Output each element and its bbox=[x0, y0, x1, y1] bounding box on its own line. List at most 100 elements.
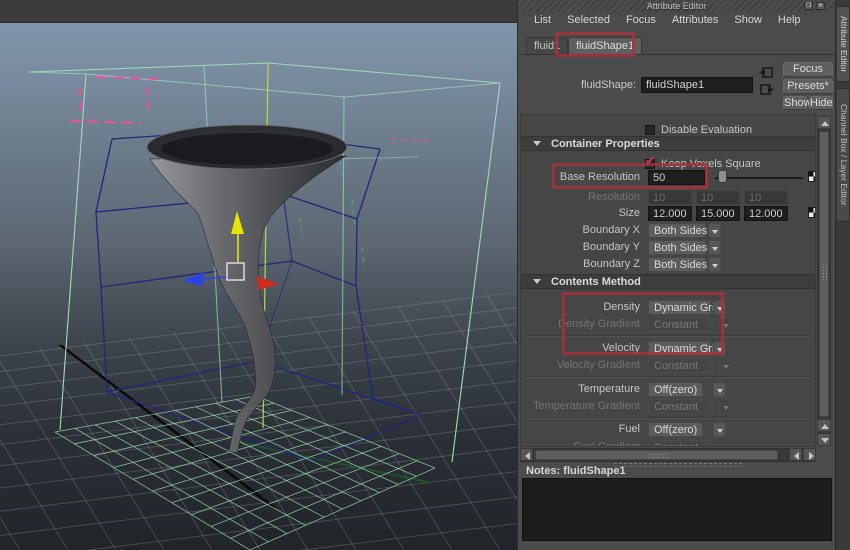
boundary-z-dropdown[interactable]: Both Sides bbox=[648, 257, 707, 272]
texture-map-icon[interactable] bbox=[808, 171, 815, 182]
dropdown-arrow-icon[interactable] bbox=[708, 257, 721, 272]
attribute-editor-titlebar[interactable]: Attribute Editor bbox=[518, 0, 835, 12]
texture-map-icon[interactable] bbox=[808, 207, 815, 218]
temperature-gradient-row: Temperature Gradient Constant bbox=[521, 398, 815, 415]
temperature-label: Temperature bbox=[578, 383, 640, 395]
disable-evaluation-checkbox[interactable] bbox=[645, 125, 655, 135]
tab-channel-box-layer-editor[interactable]: Channel Box / Layer Editor bbox=[837, 88, 850, 222]
menu-help[interactable]: Help bbox=[770, 14, 809, 26]
notes-textarea[interactable] bbox=[522, 478, 832, 541]
fluidshape-name-field[interactable]: fluidShape1 bbox=[641, 77, 753, 93]
separator bbox=[525, 417, 811, 419]
resolution-y-field: 10 bbox=[696, 190, 740, 205]
velocity-gradient-row: Velocity Gradient Constant bbox=[521, 357, 815, 374]
temperature-row: Temperature Off(zero) bbox=[521, 381, 815, 398]
scroll-up-icon[interactable] bbox=[817, 116, 831, 129]
scroll-left-icon[interactable] bbox=[520, 448, 533, 461]
temperature-dropdown[interactable]: Off(zero) bbox=[648, 382, 703, 397]
menu-selected[interactable]: Selected bbox=[559, 14, 618, 26]
slider-thumb[interactable] bbox=[718, 170, 727, 183]
boundary-x-dropdown[interactable]: Both Sides bbox=[648, 223, 707, 238]
focus-button[interactable]: Focus bbox=[783, 62, 833, 77]
boundary-y-dropdown[interactable]: Both Sides bbox=[648, 240, 707, 255]
velocity-gradient-dropdown: Constant bbox=[648, 358, 711, 373]
base-resolution-label: Base Resolution bbox=[559, 171, 640, 183]
hide-button[interactable]: Hide bbox=[809, 96, 833, 110]
viewport-panel[interactable] bbox=[0, 0, 517, 550]
base-resolution-row: Base Resolution 50 bbox=[521, 169, 815, 186]
close-window-icon[interactable]: ✕ bbox=[816, 2, 825, 10]
velocity-row: Velocity Dynamic Grid bbox=[521, 340, 815, 357]
menu-attributes[interactable]: Attributes bbox=[664, 14, 726, 26]
fuel-label: Fuel bbox=[618, 423, 640, 435]
section-contents-method[interactable]: Contents Method bbox=[521, 274, 815, 289]
dropdown-arrow-icon[interactable] bbox=[713, 300, 726, 315]
disable-evaluation-label: Disable Evaluation bbox=[661, 124, 753, 136]
dropdown-arrow-icon bbox=[719, 358, 732, 373]
size-x-field[interactable]: 12.000 bbox=[648, 206, 692, 221]
attribute-editor-menubar: List Selected Focus Attributes Show Help bbox=[518, 12, 835, 28]
collapse-arrow-icon bbox=[533, 279, 541, 284]
panel-title: Attribute Editor bbox=[646, 1, 707, 11]
resolution-row: Resolution 10 10 10 bbox=[521, 189, 815, 206]
menu-show[interactable]: Show bbox=[726, 14, 770, 26]
base-resolution-slider[interactable] bbox=[715, 177, 803, 179]
dropdown-arrow-icon[interactable] bbox=[713, 422, 726, 437]
pin-node-icon[interactable] bbox=[758, 66, 773, 79]
scroll-up-icon[interactable] bbox=[817, 419, 831, 432]
size-y-field[interactable]: 15.000 bbox=[696, 206, 740, 221]
tab-fluid1[interactable]: fluid1 bbox=[526, 37, 569, 54]
density-label: Density bbox=[603, 301, 640, 313]
dropdown-arrow-icon bbox=[719, 399, 732, 414]
resolution-x-field: 10 bbox=[648, 190, 692, 205]
density-row: Density Dynamic Grid bbox=[521, 299, 815, 316]
scroll-down-icon[interactable] bbox=[817, 433, 831, 446]
dropdown-arrow-icon[interactable] bbox=[713, 382, 726, 397]
checkmark-icon: ✔ bbox=[645, 154, 656, 168]
boundary-x-label: Boundary X bbox=[582, 224, 640, 236]
horizontal-scrollbar[interactable] bbox=[520, 448, 816, 462]
tab-attribute-editor[interactable]: Attribute Editor bbox=[837, 6, 850, 82]
scene-3d[interactable] bbox=[0, 0, 517, 550]
notes-splitter-handle[interactable] bbox=[614, 463, 742, 467]
thumb-grip bbox=[646, 453, 667, 459]
section-container-properties[interactable]: Container Properties bbox=[521, 136, 815, 151]
collapse-arrow-icon bbox=[533, 141, 541, 146]
attribute-scroll-area: Disable Evaluation Container Properties … bbox=[520, 114, 816, 447]
separator bbox=[525, 335, 811, 337]
select-node-icon[interactable] bbox=[760, 83, 775, 96]
menu-focus[interactable]: Focus bbox=[618, 14, 664, 26]
dropdown-arrow-icon[interactable] bbox=[708, 223, 721, 238]
vertical-scrollbar[interactable] bbox=[817, 116, 831, 446]
resolution-z-field: 10 bbox=[744, 190, 788, 205]
boundary-y-row: Boundary Y Both Sides bbox=[521, 239, 815, 256]
fuel-dropdown[interactable]: Off(zero) bbox=[648, 422, 703, 437]
tab-fluidshape1[interactable]: fluidShape1 bbox=[568, 37, 643, 54]
boundary-y-label: Boundary Y bbox=[582, 241, 640, 253]
size-label: Size bbox=[618, 207, 640, 219]
size-row: Size 12.000 15.000 12.000 bbox=[521, 205, 815, 222]
tornado-disc-inner bbox=[161, 133, 333, 165]
boundary-x-row: Boundary X Both Sides bbox=[521, 222, 815, 239]
density-dropdown[interactable]: Dynamic Grid bbox=[648, 300, 721, 315]
node-name-row: fluidShape: fluidShape1 Focus Presets* S… bbox=[518, 56, 835, 112]
scroll-left-icon[interactable] bbox=[789, 448, 802, 461]
velocity-dropdown[interactable]: Dynamic Grid bbox=[648, 341, 721, 356]
vertical-scrollbar-thumb[interactable] bbox=[819, 131, 829, 417]
size-z-field[interactable]: 12.000 bbox=[744, 206, 788, 221]
dropdown-arrow-icon[interactable] bbox=[708, 240, 721, 255]
keep-voxels-checkbox[interactable]: ✔ bbox=[645, 154, 655, 169]
scroll-right-icon[interactable] bbox=[803, 448, 816, 461]
show-button[interactable]: Show bbox=[783, 96, 812, 110]
boundary-z-label: Boundary Z bbox=[583, 258, 640, 270]
menu-list[interactable]: List bbox=[526, 14, 559, 26]
notes-header: Notes: fluidShape1 bbox=[526, 465, 626, 477]
dock-tab-strip: Attribute Editor Channel Box / Layer Edi… bbox=[835, 0, 850, 550]
base-resolution-field[interactable]: 50 bbox=[648, 170, 705, 185]
temperature-gradient-label: Temperature Gradient bbox=[533, 400, 640, 412]
dropdown-arrow-icon[interactable] bbox=[713, 341, 726, 356]
restore-window-icon[interactable]: ❐ bbox=[804, 2, 813, 10]
horizontal-scrollbar-thumb[interactable] bbox=[535, 450, 778, 460]
presets-button[interactable]: Presets* bbox=[783, 79, 833, 94]
density-gradient-row: Density Gradient Constant bbox=[521, 316, 815, 333]
